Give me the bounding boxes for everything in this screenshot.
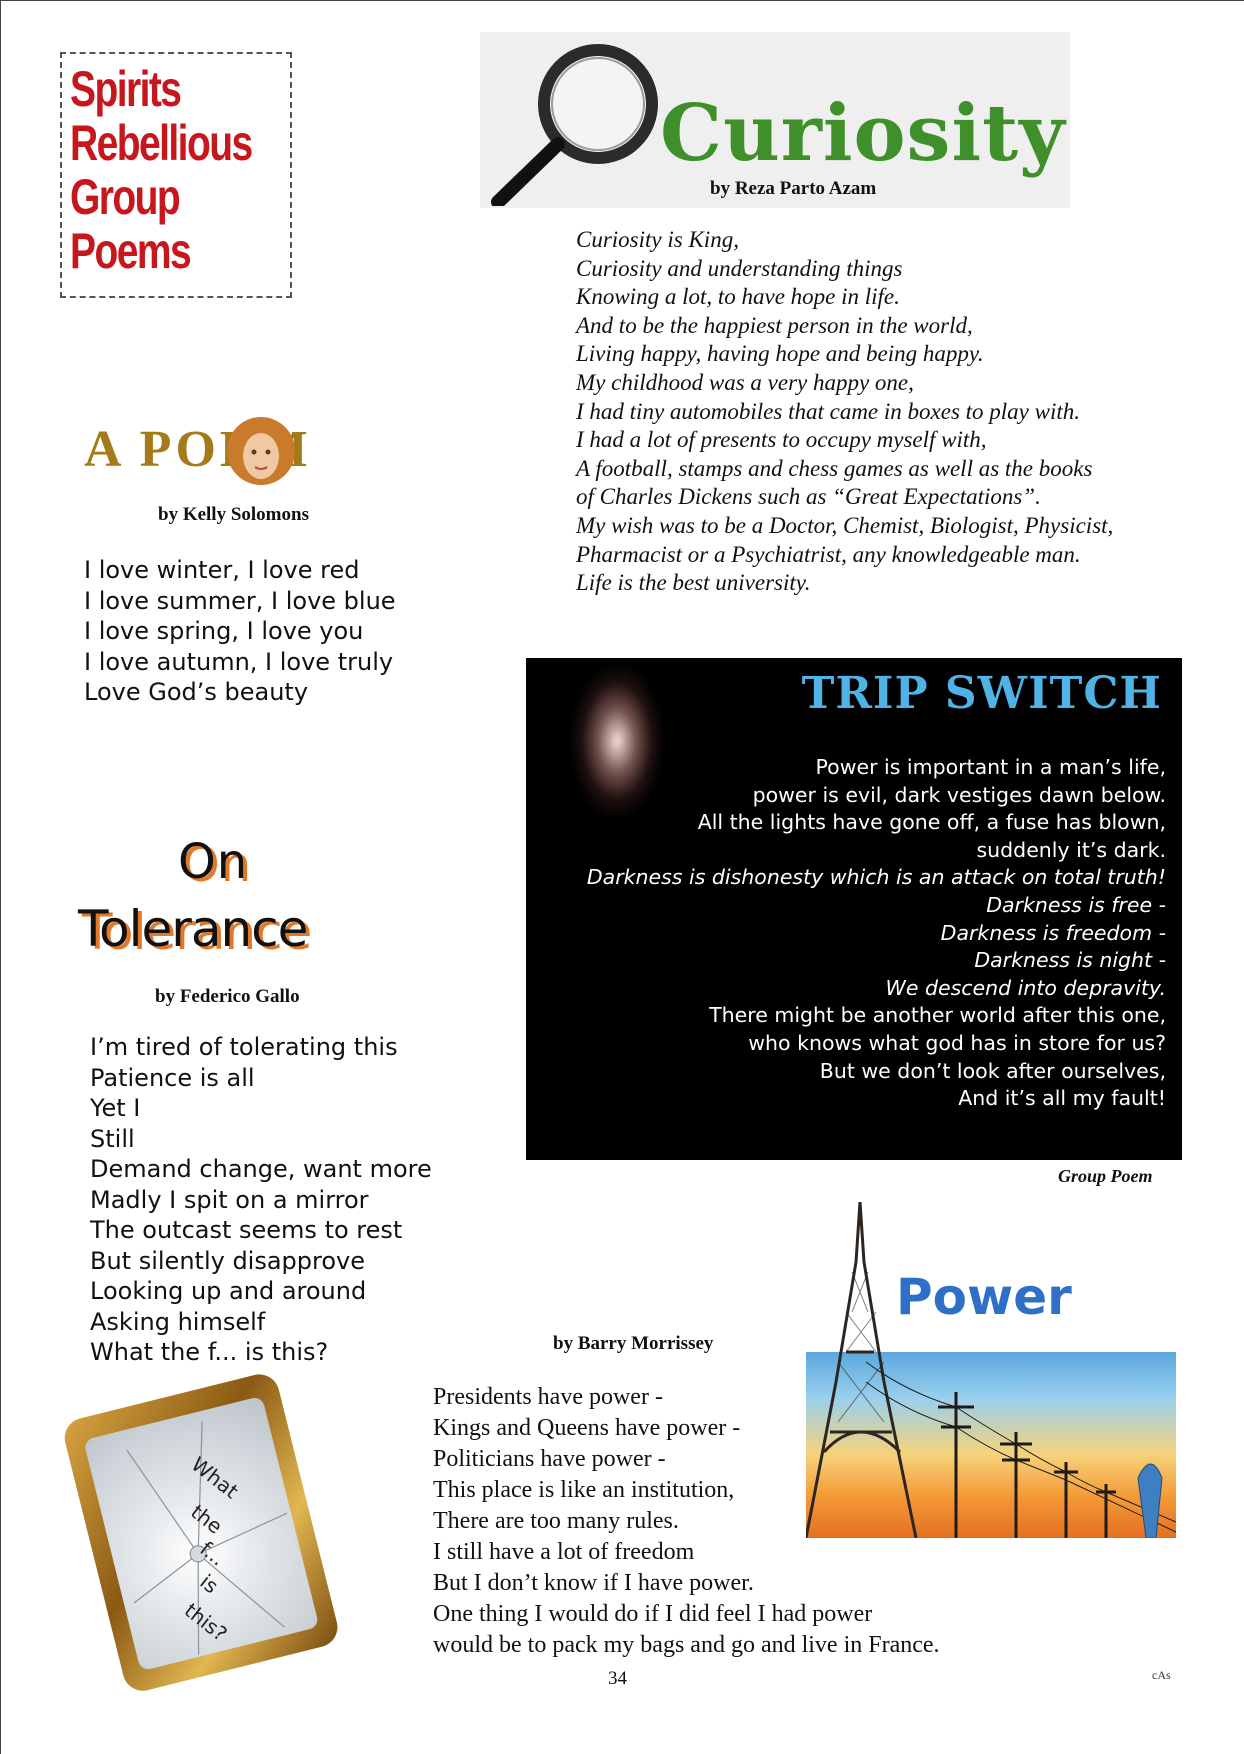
poem-line: And it’s all my fault!	[958, 1086, 1166, 1111]
poem-line: Kings and Queens have power -	[433, 1415, 741, 1441]
poem-line: I love spring, I love you	[84, 617, 364, 645]
on-tolerance-poem: I’m tired of tolerating this Patience is…	[90, 1032, 432, 1368]
poem-line: I love autumn, I love truly	[84, 647, 394, 676]
poem-line: I love winter, I love red	[84, 556, 360, 584]
trip-switch-poem: Power is important in a man’s life, powe…	[587, 754, 1166, 1113]
group-title-line: Poems	[70, 223, 192, 279]
poem-line: Demand change, want more	[90, 1155, 432, 1183]
group-title-box: Spirits Rebellious Group Poems	[60, 52, 292, 298]
poem-line: Still	[90, 1124, 135, 1153]
power-byline: by Barry Morrissey	[553, 1333, 714, 1354]
poem-line: What the f... is this?	[90, 1338, 329, 1366]
magnifying-glass-icon	[491, 44, 658, 206]
a-poem-byline: by Kelly Solomons	[158, 504, 309, 525]
poem-line: My childhood was a very happy one,	[576, 369, 914, 395]
poem-line: Presidents have power -	[433, 1384, 663, 1410]
poem-line: I had a lot of presents to occupy myself…	[576, 427, 987, 453]
poem-line: The outcast seems to rest	[90, 1216, 403, 1244]
curiosity-byline: by Reza Parto Azam	[710, 178, 877, 199]
poem-line: of Charles Dickens such as “Great Expect…	[576, 484, 1041, 510]
curiosity-poem: Curiosity is King, Curiosity and underst…	[576, 226, 1113, 598]
poem-line: All the lights have gone off, a fuse has…	[697, 810, 1166, 835]
poem-line: Patience is all	[90, 1063, 255, 1092]
group-title-line: Group	[70, 169, 181, 225]
on-tolerance-byline: by Federico Gallo	[155, 986, 300, 1007]
power-poem: Presidents have power - Kings and Queens…	[433, 1382, 940, 1661]
poem-line: Knowing a lot, to have hope in life.	[576, 284, 900, 310]
poem-line: But I don’t know if I have power.	[433, 1570, 754, 1596]
poem-line: Pharmacist or a Psychiatrist, any knowle…	[576, 541, 1081, 567]
poem-line: A football, stamps and chess games as we…	[576, 455, 1093, 481]
on-tolerance-title-line1: On	[178, 834, 249, 890]
poem-line: Darkness is freedom -	[940, 920, 1166, 945]
poem-line: There might be another world after this …	[709, 1003, 1166, 1028]
poem-line: I’m tired of tolerating this	[90, 1033, 398, 1061]
poem-line: I still have a lot of freedom	[433, 1539, 695, 1565]
portrait-face-icon	[227, 417, 295, 485]
poem-line: would be to pack my bags and go and live…	[433, 1632, 940, 1658]
poem-line: One thing I would do if I did feel I had…	[433, 1601, 873, 1627]
poem-line: Asking himself	[90, 1307, 266, 1336]
corner-mark: cAs	[1152, 1668, 1171, 1682]
poem-line: Life is the best university.	[576, 570, 811, 596]
poem-line: Living happy, having hope and being happ…	[576, 341, 984, 367]
poem-line: Love God’s beauty	[84, 678, 309, 706]
poem-line: And to be the happiest person in the wor…	[576, 312, 973, 338]
page-number: 34	[608, 1668, 627, 1689]
poem-line: Curiosity and understanding things	[576, 255, 903, 281]
poem-line: who knows what god has in store for us?	[748, 1030, 1166, 1055]
poem-line: Darkness is dishonesty which is an attac…	[586, 865, 1166, 890]
poem-line: I had tiny automobiles that came in boxe…	[576, 398, 1081, 424]
trip-switch-title: TRIP SWITCH	[801, 668, 1162, 719]
group-title-line: Spirits	[70, 61, 182, 117]
curiosity-title: Curiosity	[660, 88, 1066, 179]
trip-switch-panel: TRIP SWITCH Power is important in a man’…	[526, 658, 1182, 1160]
poem-line: Darkness is free -	[986, 892, 1166, 917]
poem-line: Power is important in a man’s life,	[815, 755, 1166, 779]
poem-line: But silently disapprove	[90, 1246, 366, 1275]
poem-line: power is evil, dark vestiges dawn below.	[752, 782, 1166, 807]
poem-line: There are too many rules.	[433, 1508, 679, 1534]
poem-line: Politicians have power -	[433, 1446, 666, 1472]
poem-line: This place is like an institution,	[433, 1477, 735, 1503]
poem-line: suddenly it’s dark.	[976, 837, 1167, 862]
poem-line: Curiosity is King,	[576, 227, 739, 252]
poem-line: Yet I	[90, 1094, 141, 1122]
group-title-line: Rebellious	[70, 115, 253, 171]
skyscraper-icon	[1137, 1463, 1163, 1538]
poem-line: I love summer, I love blue	[84, 586, 396, 615]
poem-line: We descend into depravity.	[885, 975, 1166, 1000]
poem-line: Madly I spit on a mirror	[90, 1185, 369, 1214]
poem-line: My wish was to be a Doctor, Chemist, Bio…	[576, 512, 1114, 538]
poem-line: Darkness is night -	[974, 948, 1166, 973]
group-poem-credit: Group Poem	[1058, 1166, 1153, 1186]
poem-line: But we don’t look after ourselves,	[819, 1058, 1166, 1083]
a-poem-body: I love winter, I love red I love summer,…	[84, 555, 396, 708]
poem-line: Looking up and around	[90, 1277, 367, 1305]
on-tolerance-title-line2: Tolerance	[78, 900, 308, 958]
